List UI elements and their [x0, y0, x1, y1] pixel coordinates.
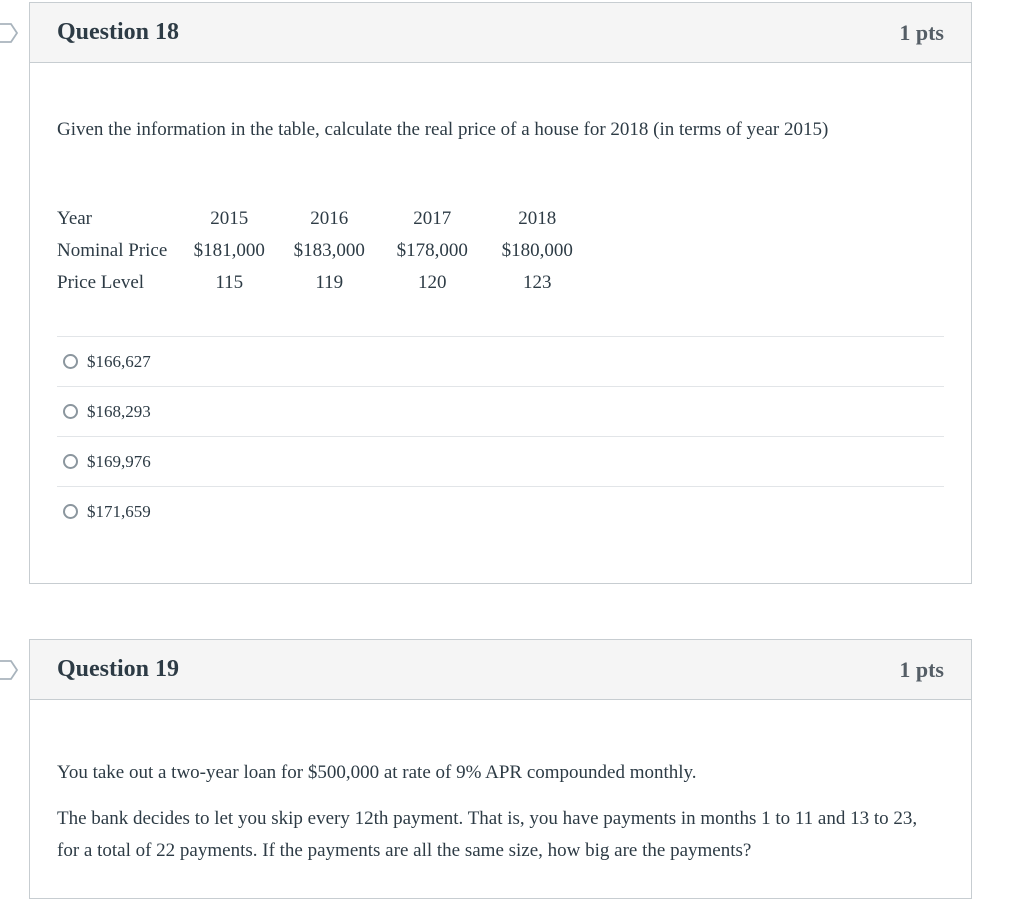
- question-title: Question 19: [57, 656, 180, 682]
- question-points: 1 pts: [899, 19, 944, 45]
- table-cell: 2017: [413, 208, 452, 229]
- table-cell: 123: [523, 272, 552, 293]
- answer-label: $169,976: [87, 451, 151, 471]
- prompt-paragraph: You take out a two-year loan for $500,00…: [57, 762, 697, 783]
- answer-list: $166,627 $168,293 $169,976 $171,659: [57, 336, 944, 536]
- question-prompt: You take out a two-year loan for $500,00…: [57, 757, 944, 867]
- answer-label: $168,293: [87, 401, 151, 421]
- question-flag-icon[interactable]: [0, 22, 20, 44]
- table-cell: 2016: [310, 208, 349, 229]
- answer-option[interactable]: $166,627: [57, 336, 944, 386]
- row-label: Nominal Price: [57, 240, 168, 261]
- question-body: Given the information in the table, calc…: [30, 119, 971, 536]
- table-cell: 2015: [210, 208, 249, 229]
- radio-button-icon[interactable]: [63, 404, 78, 419]
- answer-label: $166,627: [87, 351, 151, 371]
- table-row-price-level: Price Level 115 119 120 123: [57, 267, 597, 299]
- answer-option[interactable]: $169,976: [57, 436, 944, 486]
- question-flag-icon[interactable]: [0, 659, 20, 681]
- price-table: Year 2015 2016 2017 2018 Nominal Price $…: [57, 203, 597, 299]
- table-cell: 119: [315, 272, 344, 293]
- prompt-paragraph: The bank decides to let you skip every 1…: [57, 808, 918, 861]
- table-row-year: Year 2015 2016 2017 2018: [57, 203, 597, 235]
- table-cell: 120: [418, 272, 447, 293]
- question-header: Question 19 1 pts: [30, 640, 971, 700]
- question-19: Question 19 1 pts You take out a two-yea…: [29, 639, 972, 899]
- question-prompt: Given the information in the table, calc…: [57, 119, 944, 141]
- question-header: Question 18 1 pts: [30, 3, 971, 63]
- table-cell: 115: [215, 272, 244, 293]
- table-cell: $178,000: [396, 240, 468, 261]
- table-cell: $181,000: [193, 240, 265, 261]
- question-points: 1 pts: [899, 656, 944, 682]
- row-label: Year: [57, 208, 93, 229]
- radio-button-icon[interactable]: [63, 354, 78, 369]
- question-18: Question 18 1 pts Given the information …: [29, 2, 972, 584]
- answer-option[interactable]: $171,659: [57, 486, 944, 536]
- table-cell: $180,000: [501, 240, 573, 261]
- table-row-nominal-price: Nominal Price $181,000 $183,000 $178,000…: [57, 235, 597, 267]
- table-cell: 2018: [518, 208, 557, 229]
- answer-label: $171,659: [87, 501, 151, 521]
- table-cell: $183,000: [293, 240, 365, 261]
- question-body: You take out a two-year loan for $500,00…: [30, 757, 971, 867]
- radio-button-icon[interactable]: [63, 454, 78, 469]
- prompt-text: Given the information in the table, calc…: [57, 119, 829, 140]
- radio-button-icon[interactable]: [63, 504, 78, 519]
- answer-option[interactable]: $168,293: [57, 386, 944, 436]
- question-title: Question 18: [57, 19, 180, 45]
- row-label: Price Level: [57, 272, 145, 293]
